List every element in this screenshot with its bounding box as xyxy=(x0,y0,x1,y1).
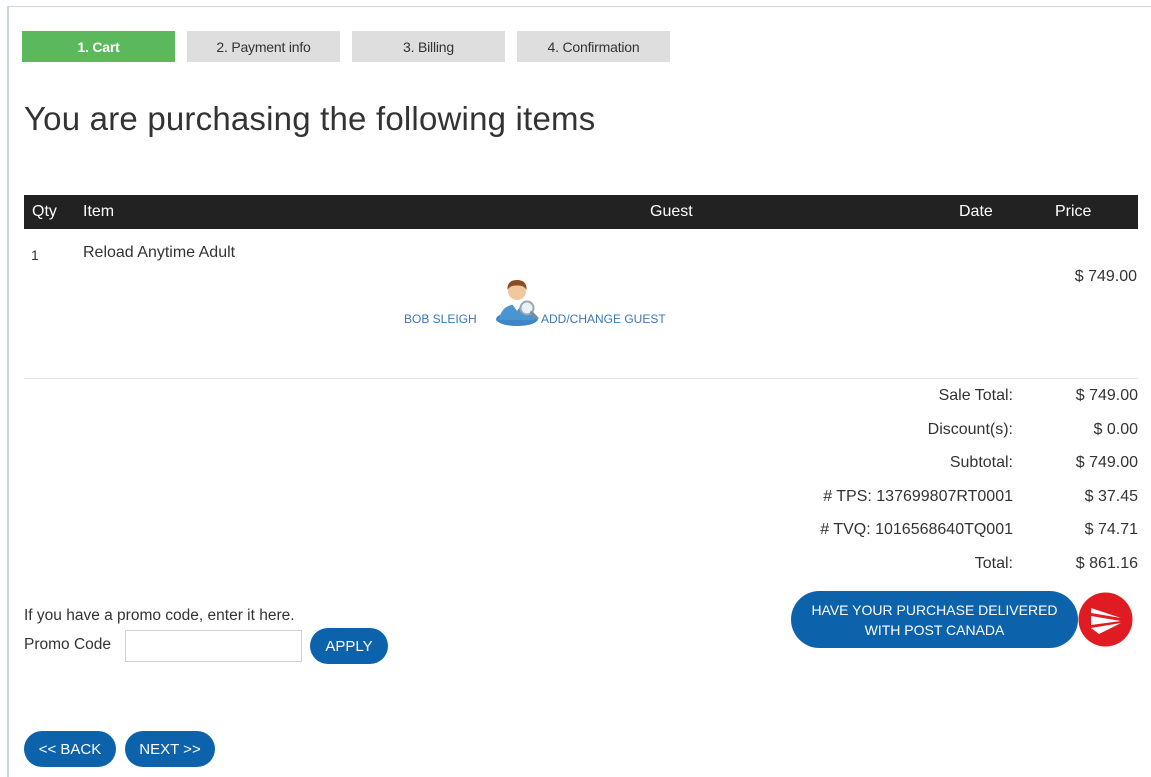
promo-instructions: If you have a promo code, enter it here. xyxy=(24,607,295,624)
totals-value: $ 861.16 xyxy=(1075,554,1138,572)
column-header-guest: Guest xyxy=(650,203,693,220)
next-button[interactable]: NEXT >> xyxy=(125,731,215,767)
column-header-item: Item xyxy=(83,203,115,220)
row-item-name: Reload Anytime Adult xyxy=(83,244,236,261)
column-header-price: Price xyxy=(1055,203,1092,220)
row-qty: 1 xyxy=(31,247,39,263)
totals-label: # TVQ: 1016568640TQ001 xyxy=(820,521,1013,538)
back-button[interactable]: << BACK xyxy=(24,731,116,767)
totals-label: Total: xyxy=(974,554,1013,572)
add-change-guest-link[interactable]: ADD/CHANGE GUEST xyxy=(541,312,666,326)
items-table-header: Qty Item Guest Date Price xyxy=(24,195,1138,229)
delivery-line-2: WITH POST CANADA xyxy=(864,621,1005,638)
step-confirmation[interactable]: 4. Confirmation xyxy=(517,31,670,62)
totals-value: $ 74.71 xyxy=(1084,521,1138,538)
totals-row-tvq: # TVQ: 1016568640TQ001 $ 74.71 xyxy=(700,517,1138,551)
step-cart[interactable]: 1. Cart xyxy=(22,31,175,62)
page-title: You are purchasing the following items xyxy=(24,100,596,137)
totals-label: Discount(s): xyxy=(927,420,1013,438)
canada-post-logo-icon[interactable] xyxy=(1077,591,1134,648)
row-price: $ 749.00 xyxy=(1074,268,1137,285)
post-canada-delivery-label: HAVE YOUR PURCHASE DELIVERED WITH POST C… xyxy=(811,600,1057,640)
apply-promo-button[interactable]: APPLY xyxy=(310,628,388,664)
totals-row-tps: # TPS: 137699807RT0001 $ 37.45 xyxy=(700,484,1138,518)
totals-value: $ 0.00 xyxy=(1093,420,1138,438)
totals-value: $ 749.00 xyxy=(1075,454,1138,471)
totals-label: Sale Total: xyxy=(938,387,1013,404)
page-top-rule xyxy=(7,6,1151,7)
totals-label: # TPS: 137699807RT0001 xyxy=(823,487,1013,505)
post-canada-delivery-button[interactable]: HAVE YOUR PURCHASE DELIVERED WITH POST C… xyxy=(791,591,1078,648)
totals-row-subtotal: Subtotal: $ 749.00 xyxy=(700,450,1138,484)
column-header-qty: Qty xyxy=(32,203,57,220)
table-divider xyxy=(24,378,1138,379)
step-payment-info[interactable]: 2. Payment info xyxy=(187,31,340,62)
promo-code-input[interactable] xyxy=(125,630,302,662)
page-left-rule xyxy=(7,6,9,777)
delivery-line-1: HAVE YOUR PURCHASE DELIVERED xyxy=(811,601,1058,618)
order-totals: Sale Total: $ 749.00 Discount(s): $ 0.00… xyxy=(700,383,1138,584)
totals-row-discounts: Discount(s): $ 0.00 xyxy=(700,417,1138,451)
totals-row-total: Total: $ 861.16 xyxy=(700,551,1138,585)
totals-value: $ 37.45 xyxy=(1084,487,1138,505)
column-header-date: Date xyxy=(959,203,993,220)
totals-label: Subtotal: xyxy=(949,454,1013,471)
totals-value: $ 749.00 xyxy=(1075,387,1138,404)
guest-search-icon[interactable] xyxy=(493,276,543,326)
totals-row-sale-total: Sale Total: $ 749.00 xyxy=(700,383,1138,417)
guest-name-link[interactable]: BOB SLEIGH xyxy=(404,312,477,326)
step-billing[interactable]: 3. Billing xyxy=(352,31,505,62)
promo-code-label: Promo Code xyxy=(24,636,112,653)
